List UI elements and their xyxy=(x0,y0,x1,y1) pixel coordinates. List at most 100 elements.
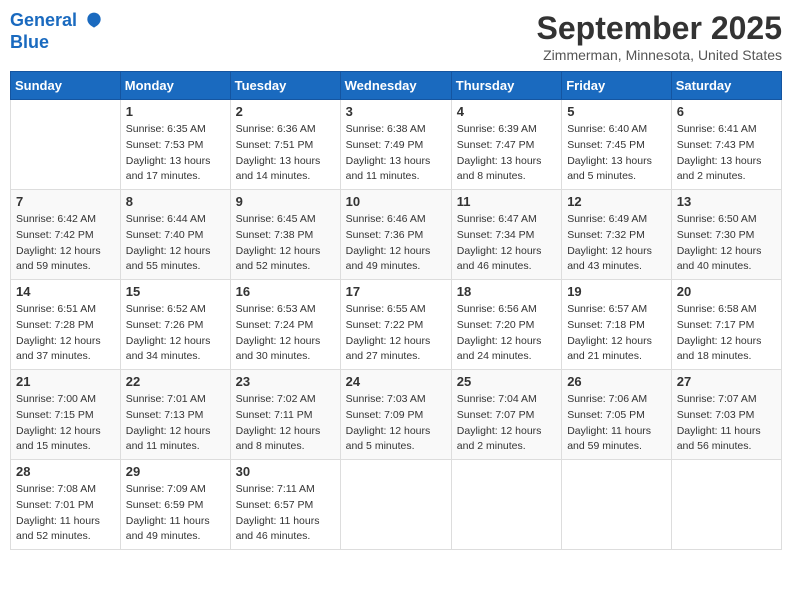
info-line: and 59 minutes. xyxy=(567,439,666,455)
info-line: Sunset: 7:09 PM xyxy=(346,408,446,424)
info-line: and 5 minutes. xyxy=(567,169,666,185)
info-line: Daylight: 11 hours xyxy=(236,514,335,530)
day-info: Sunrise: 6:50 AMSunset: 7:30 PMDaylight:… xyxy=(677,212,776,275)
day-info: Sunrise: 6:55 AMSunset: 7:22 PMDaylight:… xyxy=(346,302,446,365)
info-line: and 5 minutes. xyxy=(346,439,446,455)
day-info: Sunrise: 7:11 AMSunset: 6:57 PMDaylight:… xyxy=(236,482,335,545)
info-line: Daylight: 13 hours xyxy=(677,154,776,170)
day-info: Sunrise: 7:02 AMSunset: 7:11 PMDaylight:… xyxy=(236,392,335,455)
day-number: 21 xyxy=(16,374,115,389)
calendar-table: SundayMondayTuesdayWednesdayThursdayFrid… xyxy=(10,71,782,550)
location: Zimmerman, Minnesota, United States xyxy=(537,47,782,63)
info-line: and 30 minutes. xyxy=(236,349,335,365)
info-line: Daylight: 12 hours xyxy=(346,334,446,350)
info-line: and 40 minutes. xyxy=(677,259,776,275)
info-line: Sunrise: 6:58 AM xyxy=(677,302,776,318)
info-line: Sunset: 6:59 PM xyxy=(126,498,225,514)
calendar-cell xyxy=(340,460,451,550)
info-line: Sunset: 6:57 PM xyxy=(236,498,335,514)
calendar-cell: 23 Sunrise: 7:02 AMSunset: 7:11 PMDayligh… xyxy=(230,370,340,460)
calendar-cell: 26Sunrise: 7:06 AMSunset: 7:05 PMDayligh… xyxy=(562,370,672,460)
info-line: Sunrise: 6:45 AM xyxy=(236,212,335,228)
day-number: 4 xyxy=(457,104,556,119)
info-line: and 17 minutes. xyxy=(126,169,225,185)
info-line: Sunset: 7:51 PM xyxy=(236,138,335,154)
info-line: Sunrise: 7:02 AM xyxy=(236,392,335,408)
info-line: Sunrise: 6:56 AM xyxy=(457,302,556,318)
info-line: and 2 minutes. xyxy=(457,439,556,455)
info-line: Sunset: 7:38 PM xyxy=(236,228,335,244)
weekday-header-tuesday: Tuesday xyxy=(230,72,340,100)
weekday-header-saturday: Saturday xyxy=(671,72,781,100)
weekday-header-sunday: Sunday xyxy=(11,72,121,100)
info-line: Sunset: 7:40 PM xyxy=(126,228,225,244)
info-line: and 15 minutes. xyxy=(16,439,115,455)
info-line: Sunset: 7:15 PM xyxy=(16,408,115,424)
day-number: 9 xyxy=(236,194,335,209)
info-line: Daylight: 13 hours xyxy=(457,154,556,170)
day-info: Sunrise: 7:06 AMSunset: 7:05 PMDaylight:… xyxy=(567,392,666,455)
info-line: Daylight: 11 hours xyxy=(677,424,776,440)
day-number: 6 xyxy=(677,104,776,119)
info-line: Daylight: 12 hours xyxy=(567,334,666,350)
day-info: Sunrise: 6:35 AMSunset: 7:53 PMDaylight:… xyxy=(126,122,225,185)
day-info: Sunrise: 6:47 AMSunset: 7:34 PMDaylight:… xyxy=(457,212,556,275)
info-line: Sunrise: 7:09 AM xyxy=(126,482,225,498)
info-line: and 52 minutes. xyxy=(236,259,335,275)
info-line: Sunrise: 6:39 AM xyxy=(457,122,556,138)
info-line: Daylight: 12 hours xyxy=(677,244,776,260)
day-info: Sunrise: 6:49 AMSunset: 7:32 PMDaylight:… xyxy=(567,212,666,275)
day-info: Sunrise: 6:57 AMSunset: 7:18 PMDaylight:… xyxy=(567,302,666,365)
info-line: Daylight: 11 hours xyxy=(16,514,115,530)
weekday-header-thursday: Thursday xyxy=(451,72,561,100)
day-number: 23 xyxy=(236,374,335,389)
calendar-cell: 22Sunrise: 7:01 AMSunset: 7:13 PMDayligh… xyxy=(120,370,230,460)
day-number: 29 xyxy=(126,464,225,479)
info-line: Daylight: 13 hours xyxy=(126,154,225,170)
info-line: Sunrise: 6:57 AM xyxy=(567,302,666,318)
info-line: and 11 minutes. xyxy=(126,439,225,455)
calendar-cell xyxy=(671,460,781,550)
calendar-cell: 3Sunrise: 6:38 AMSunset: 7:49 PMDaylight… xyxy=(340,100,451,190)
weekday-header-monday: Monday xyxy=(120,72,230,100)
day-number: 12 xyxy=(567,194,666,209)
info-line: Sunset: 7:13 PM xyxy=(126,408,225,424)
calendar-cell: 14Sunrise: 6:51 AMSunset: 7:28 PMDayligh… xyxy=(11,280,121,370)
calendar-cell: 2Sunrise: 6:36 AMSunset: 7:51 PMDaylight… xyxy=(230,100,340,190)
info-line: Sunset: 7:26 PM xyxy=(126,318,225,334)
info-line: Daylight: 12 hours xyxy=(236,244,335,260)
week-row-4: 21Sunrise: 7:00 AMSunset: 7:15 PMDayligh… xyxy=(11,370,782,460)
day-info: Sunrise: 6:44 AMSunset: 7:40 PMDaylight:… xyxy=(126,212,225,275)
info-line: Sunrise: 6:52 AM xyxy=(126,302,225,318)
info-line: Sunrise: 6:50 AM xyxy=(677,212,776,228)
info-line: and 49 minutes. xyxy=(126,529,225,545)
calendar-cell: 7Sunrise: 6:42 AMSunset: 7:42 PMDaylight… xyxy=(11,190,121,280)
info-line: Sunrise: 7:03 AM xyxy=(346,392,446,408)
info-line: and 14 minutes. xyxy=(236,169,335,185)
info-line: Sunrise: 7:04 AM xyxy=(457,392,556,408)
info-line: Sunset: 7:05 PM xyxy=(567,408,666,424)
info-line: Daylight: 12 hours xyxy=(16,334,115,350)
info-line: Sunrise: 6:36 AM xyxy=(236,122,335,138)
info-line: Sunrise: 7:06 AM xyxy=(567,392,666,408)
info-line: Daylight: 12 hours xyxy=(236,334,335,350)
info-line: and 34 minutes. xyxy=(126,349,225,365)
calendar-cell: 20Sunrise: 6:58 AMSunset: 7:17 PMDayligh… xyxy=(671,280,781,370)
calendar-cell: 10Sunrise: 6:46 AMSunset: 7:36 PMDayligh… xyxy=(340,190,451,280)
calendar-cell: 16Sunrise: 6:53 AMSunset: 7:24 PMDayligh… xyxy=(230,280,340,370)
logo: General Blue xyxy=(10,10,104,53)
logo-line2: Blue xyxy=(10,32,104,54)
calendar-cell: 15Sunrise: 6:52 AMSunset: 7:26 PMDayligh… xyxy=(120,280,230,370)
calendar-cell: 18Sunrise: 6:56 AMSunset: 7:20 PMDayligh… xyxy=(451,280,561,370)
day-number: 19 xyxy=(567,284,666,299)
day-info: Sunrise: 6:45 AMSunset: 7:38 PMDaylight:… xyxy=(236,212,335,275)
info-line: and 18 minutes. xyxy=(677,349,776,365)
info-line: Sunset: 7:36 PM xyxy=(346,228,446,244)
info-line: Daylight: 12 hours xyxy=(16,424,115,440)
day-number: 11 xyxy=(457,194,556,209)
day-info: Sunrise: 6:36 AMSunset: 7:51 PMDaylight:… xyxy=(236,122,335,185)
day-info: Sunrise: 7:04 AMSunset: 7:07 PMDaylight:… xyxy=(457,392,556,455)
info-line: Sunset: 7:24 PM xyxy=(236,318,335,334)
info-line: Sunrise: 6:41 AM xyxy=(677,122,776,138)
info-line: and 2 minutes. xyxy=(677,169,776,185)
